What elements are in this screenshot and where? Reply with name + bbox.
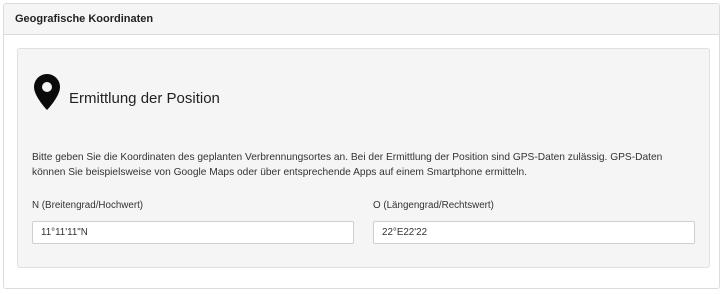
longitude-input[interactable]	[373, 221, 695, 244]
panel-title: Geografische Koordinaten	[4, 4, 719, 35]
latitude-field: N (Breitengrad/Hochwert)	[32, 199, 354, 244]
coordinates-panel: Geografische Koordinaten Ermittlung der …	[3, 3, 720, 289]
section-header: Ermittlung der Position	[34, 74, 220, 110]
longitude-label: O (Längengrad/Rechtswert)	[373, 200, 494, 211]
map-marker-icon	[34, 74, 60, 110]
section-title: Ermittlung der Position	[69, 90, 220, 107]
position-section: Ermittlung der Position Bitte geben Sie …	[17, 48, 710, 268]
latitude-label: N (Breitengrad/Hochwert)	[32, 200, 144, 211]
longitude-field: O (Längengrad/Rechtswert)	[373, 199, 695, 244]
latitude-input[interactable]	[32, 221, 354, 244]
section-description: Bitte geben Sie die Koordinaten des gepl…	[32, 152, 663, 178]
